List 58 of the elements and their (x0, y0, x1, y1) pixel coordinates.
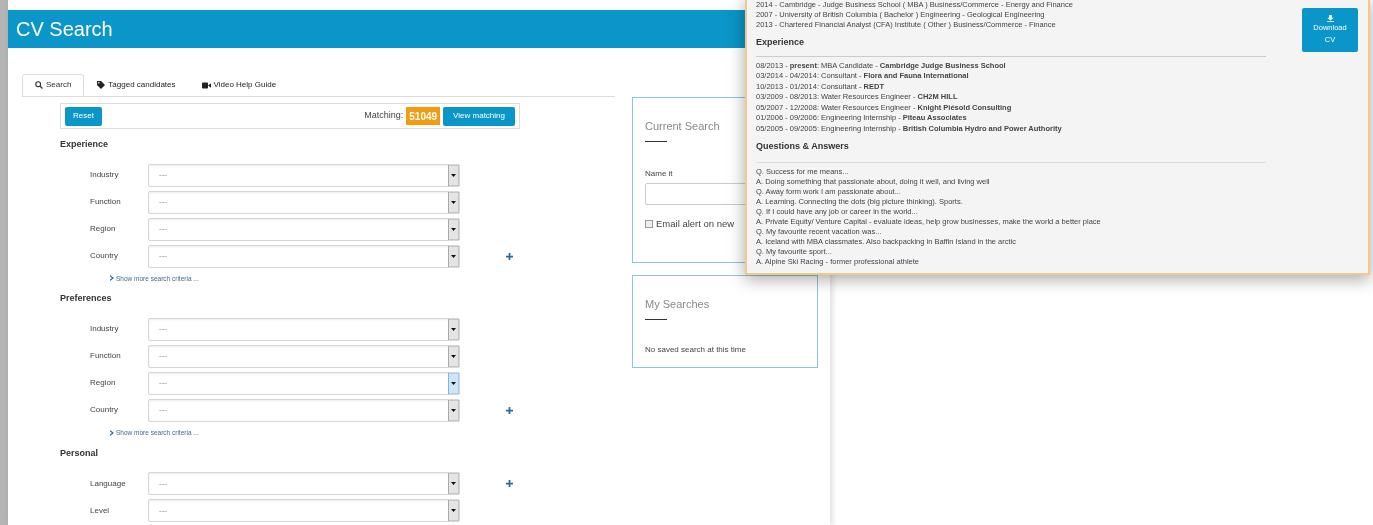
tab[interactable]: Tagged candidates (84, 74, 189, 96)
video-camera-icon (201, 81, 211, 89)
field-label: Level (89, 504, 111, 517)
tab[interactable]: Video Help Guide (188, 74, 290, 96)
plus-icon[interactable] (506, 406, 513, 414)
dropdown-arrow-icon[interactable] (448, 500, 459, 521)
dropdown-field[interactable]: --- (148, 371, 460, 395)
section-heading: Preferences (60, 292, 113, 306)
dropdown-arrow-icon[interactable] (448, 318, 459, 340)
field-label: Industry (89, 323, 120, 336)
dropdown-arrow-icon[interactable] (448, 399, 459, 421)
reset-button[interactable]: Reset (65, 106, 102, 126)
panel-title: Current Search (645, 119, 720, 134)
page-title: CV Search (16, 17, 113, 42)
dropdown-field[interactable]: --- (148, 472, 460, 495)
field-label: Country (89, 404, 119, 417)
email-alert-label: Email alert on new (656, 216, 735, 231)
empty-message: No saved search at this time (645, 343, 747, 356)
search-icon (35, 81, 43, 89)
matching-label: Matching: (364, 109, 404, 123)
section-heading: Personal (60, 446, 100, 460)
dropdown-field[interactable]: --- (148, 344, 460, 368)
field-label: Region (89, 377, 117, 390)
field-label: Function (89, 350, 122, 363)
dropdown-arrow-icon[interactable] (448, 245, 459, 267)
tab[interactable]: Search (22, 74, 85, 96)
panel-title: My Searches (645, 297, 710, 312)
dropdown-field[interactable]: --- (148, 190, 460, 214)
dropdown-field[interactable]: --- (148, 499, 460, 522)
field-label: Language (89, 477, 127, 490)
field-label: Country (89, 250, 119, 262)
dropdown-field[interactable]: --- (148, 163, 460, 187)
dropdown-arrow-icon[interactable] (448, 345, 459, 367)
checkbox[interactable] (645, 219, 653, 228)
plus-icon[interactable] (506, 252, 513, 260)
section-heading: Experience (756, 36, 806, 49)
view-matching-button[interactable]: View matching (443, 106, 515, 126)
download-icon (1326, 14, 1334, 22)
dropdown-field[interactable]: --- (148, 217, 460, 241)
dropdown-field[interactable]: --- (148, 244, 460, 268)
tag-icon (97, 81, 106, 89)
dropdown-arrow-icon[interactable] (448, 164, 459, 186)
dropdown-arrow-icon[interactable] (448, 218, 459, 240)
field-label: Name it (645, 167, 673, 180)
matching-count: 51049 (406, 107, 441, 125)
dropdown-field[interactable]: --- (148, 398, 460, 422)
field-label: Function (89, 196, 122, 208)
field-label: Region (89, 223, 117, 235)
chevron-icon (110, 275, 114, 282)
section-heading: Experience (60, 138, 110, 151)
dropdown-arrow-icon[interactable] (448, 191, 459, 213)
plus-icon[interactable] (506, 480, 513, 487)
dropdown-field[interactable]: --- (148, 317, 460, 341)
dropdown-arrow-icon[interactable] (448, 372, 459, 394)
chevron-icon (110, 429, 114, 436)
dropdown-arrow-icon[interactable] (448, 473, 459, 494)
section-heading: Questions & Answers (756, 140, 850, 153)
field-label: Industry (89, 169, 120, 181)
